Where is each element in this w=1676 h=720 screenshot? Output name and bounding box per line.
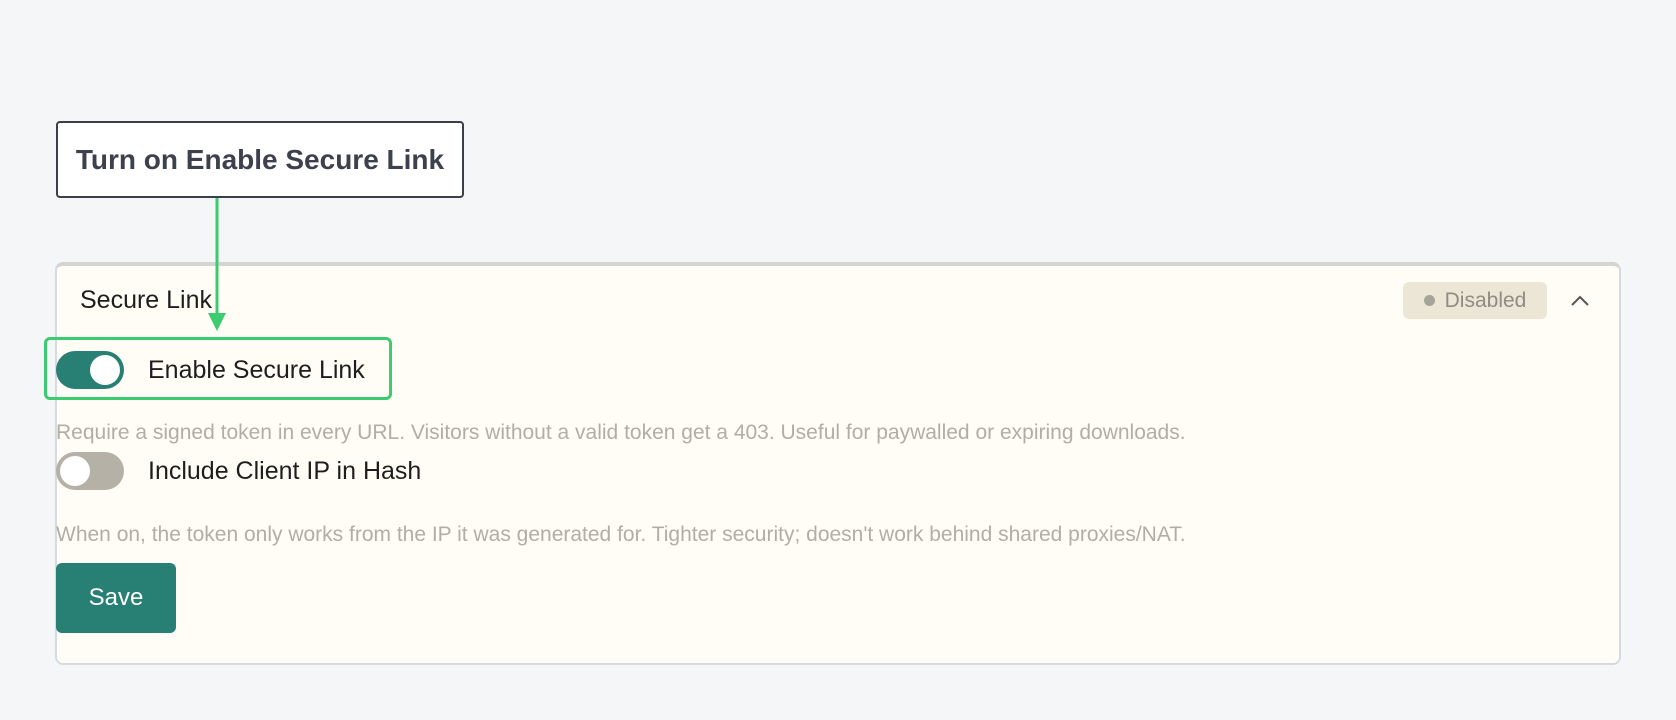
toggle-knob — [60, 456, 90, 486]
status-badge: Disabled — [1403, 282, 1547, 319]
save-button[interactable]: Save — [56, 563, 176, 633]
status-badge-label: Disabled — [1444, 288, 1527, 312]
enable-secure-link-description: Require a signed token in every URL. Vis… — [56, 421, 1186, 444]
enable-secure-link-label: Enable Secure Link — [148, 355, 365, 384]
panel-title: Secure Link — [80, 286, 213, 314]
include-client-ip-label: Include Client IP in Hash — [148, 456, 422, 485]
page: Turn on Enable Secure Link Secure Link D… — [0, 0, 1676, 720]
callout-text: Turn on Enable Secure Link — [75, 143, 445, 175]
status-dot-icon — [1423, 295, 1435, 306]
include-client-ip-description: When on, the token only works from the I… — [56, 523, 1186, 546]
chevron-up-icon[interactable] — [1569, 290, 1591, 312]
enable-secure-link-row: Enable Secure Link — [56, 351, 365, 389]
toggle-knob — [90, 355, 120, 385]
include-client-ip-row: Include Client IP in Hash — [56, 452, 421, 490]
include-client-ip-toggle[interactable] — [56, 452, 124, 490]
annotation-callout: Turn on Enable Secure Link — [56, 121, 464, 198]
enable-secure-link-toggle[interactable] — [56, 351, 124, 389]
